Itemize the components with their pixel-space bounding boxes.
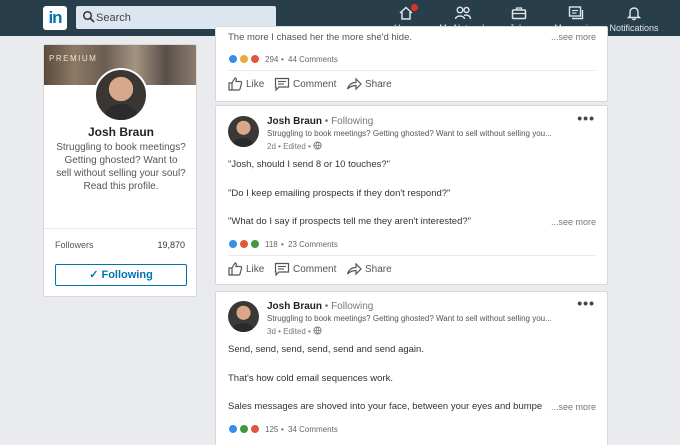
linkedin-logo[interactable]: in	[43, 6, 67, 30]
post-text-line: "What do I say if prospects tell me they…	[228, 216, 472, 227]
thumbs-up-icon	[228, 77, 243, 91]
like-label: Like	[246, 264, 265, 275]
divider	[44, 228, 196, 229]
more-options-button[interactable]: •••	[577, 110, 595, 126]
comment-icon	[274, 262, 290, 277]
feed-post: Josh Braun • Following Struggling to boo…	[215, 291, 608, 445]
share-icon	[346, 77, 362, 91]
divider	[228, 255, 595, 256]
messaging-icon	[568, 6, 584, 20]
feed-post: Josh Braun • Following Struggling to boo…	[215, 105, 608, 285]
reaction-count: 118	[265, 240, 278, 249]
feed-post: The more I chased her the more she'd hid…	[215, 26, 608, 102]
bell-icon	[626, 7, 642, 21]
people-icon	[454, 6, 472, 20]
comment-icon	[274, 77, 290, 92]
search-icon	[82, 10, 95, 23]
post-text: The more I chased her the more she'd hid…	[228, 32, 412, 43]
notification-badge	[410, 3, 419, 12]
post-text-line: That's how cold email sequences work.	[228, 373, 393, 384]
profile-card: PREMIUM Josh Braun Struggling to book me…	[43, 44, 197, 297]
author-headline: Struggling to book meetings? Getting gho…	[267, 129, 552, 138]
post-text-line: Sales messages are shoved into your face…	[228, 401, 543, 412]
profile-headline: Struggling to book meetings? Getting gho…	[56, 142, 186, 192]
post-meta: 3d • Edited •	[267, 326, 322, 336]
celebrate-reaction-icon	[239, 424, 249, 434]
like-reaction-icon	[228, 54, 238, 64]
reaction-count: 125	[265, 425, 279, 434]
love-reaction-icon	[239, 239, 249, 249]
followers-count: 19,870	[157, 240, 185, 250]
see-more-link[interactable]: ...see more	[547, 402, 596, 412]
thumbs-up-icon	[228, 262, 243, 276]
author-name-text: Josh Braun	[267, 116, 323, 127]
author-headline: Struggling to book meetings? Getting gho…	[267, 314, 552, 323]
nav-notifications[interactable]: Notifications	[607, 0, 661, 36]
like-label: Like	[246, 79, 265, 90]
comment-label: Comment	[293, 79, 337, 90]
profile-name[interactable]: Josh Braun	[44, 125, 196, 139]
bullet-separator: •	[281, 240, 284, 249]
share-icon	[346, 262, 362, 276]
comment-count[interactable]: 34 Comments	[288, 425, 338, 434]
post-text-line: "Josh, should I send 8 or 10 touches?"	[228, 159, 391, 170]
post-text-line: Send, send, send, send, send and send ag…	[228, 344, 424, 355]
profile-avatar[interactable]	[94, 68, 148, 122]
comment-label: Comment	[293, 264, 337, 275]
celebrate-reaction-icon	[250, 239, 260, 249]
bullet-separator: •	[281, 425, 284, 434]
comment-count[interactable]: 23 Comments	[288, 240, 338, 249]
follow-status: Following	[331, 116, 374, 127]
followers-label: Followers	[55, 240, 94, 250]
following-button[interactable]: ✓ Following	[55, 264, 187, 286]
following-button-label: Following	[101, 269, 153, 281]
follow-status: Following	[331, 301, 374, 312]
author-name[interactable]: Josh Braun • Following	[267, 116, 373, 127]
author-avatar[interactable]	[228, 301, 259, 332]
like-reaction-icon	[228, 424, 238, 434]
love-reaction-icon	[250, 424, 260, 434]
post-meta-text: 2d • Edited •	[267, 142, 311, 151]
author-name-text: Josh Braun	[267, 301, 323, 312]
bullet-separator: •	[281, 55, 284, 64]
globe-icon	[313, 141, 322, 150]
premium-label: PREMIUM	[49, 54, 98, 63]
author-name[interactable]: Josh Braun • Following	[267, 301, 373, 312]
post-text-line: "Do I keep emailing prospects if they do…	[228, 188, 451, 199]
check-icon: ✓	[89, 269, 99, 281]
divider	[228, 70, 595, 71]
see-more-link[interactable]: ...see more	[551, 217, 596, 227]
author-avatar[interactable]	[228, 116, 259, 147]
see-more-link[interactable]: ...see more	[551, 32, 596, 42]
like-reaction-icon	[228, 239, 238, 249]
post-meta-text: 3d • Edited •	[267, 327, 311, 336]
nav-notifications-label: Notifications	[609, 23, 659, 33]
love-reaction-icon	[250, 54, 260, 64]
reaction-count: 294	[265, 55, 279, 64]
globe-icon	[313, 326, 322, 335]
share-label: Share	[365, 264, 392, 275]
share-label: Share	[365, 79, 392, 90]
briefcase-icon	[511, 7, 527, 20]
post-meta: 2d • Edited •	[267, 141, 322, 151]
comment-count[interactable]: 44 Comments	[288, 55, 338, 64]
more-options-button[interactable]: •••	[577, 295, 595, 311]
insight-reaction-icon	[239, 54, 249, 64]
